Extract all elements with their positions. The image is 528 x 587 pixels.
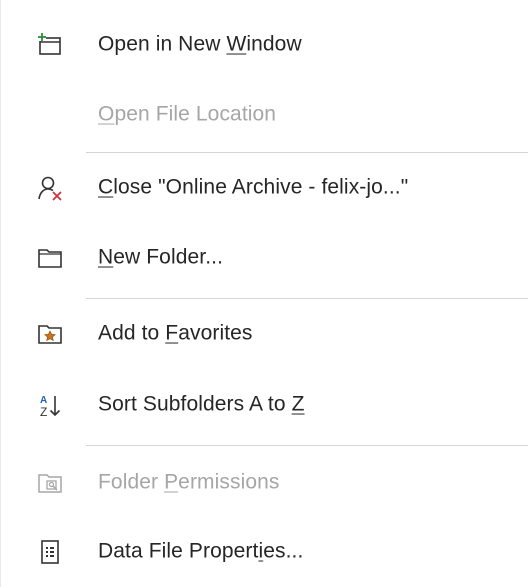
favorite-folder-icon (37, 321, 63, 347)
menu-item-open-file-location[interactable]: Open File Location (1, 85, 528, 145)
menu-separator (86, 152, 528, 153)
menu-item-label: Sort Subfolders A to Z (98, 392, 305, 416)
new-window-icon (37, 32, 63, 58)
menu-item-data-file-properties[interactable]: Data File Properties... (1, 522, 528, 582)
menu-item-folder-permissions[interactable]: Folder Permissions (1, 453, 528, 513)
data-file-properties-icon (37, 539, 63, 565)
close-person-icon (37, 175, 63, 201)
menu-item-close-archive[interactable]: Close "Online Archive - felix-jo..." (1, 158, 528, 218)
menu-item-open-in-new-window[interactable]: Open in New Window (1, 15, 528, 75)
menu-item-new-folder[interactable]: New Folder... (1, 228, 528, 288)
menu-separator (86, 445, 528, 446)
context-menu: Open in New Window Open File Location Cl… (0, 0, 528, 587)
menu-item-label: Data File Properties... (98, 539, 304, 563)
sort-az-icon: A Z (37, 392, 63, 418)
menu-item-add-to-favorites[interactable]: Add to Favorites (1, 304, 528, 364)
folder-permissions-icon (37, 470, 63, 496)
svg-text:Z: Z (40, 405, 47, 418)
menu-separator (86, 298, 528, 299)
menu-item-label: New Folder... (98, 245, 224, 269)
menu-item-label: Open File Location (98, 102, 277, 126)
menu-item-label: Open in New Window (98, 32, 302, 56)
menu-item-label: Close "Online Archive - felix-jo..." (98, 175, 409, 199)
menu-item-label: Add to Favorites (98, 321, 253, 345)
menu-item-label: Folder Permissions (98, 470, 280, 494)
menu-item-sort-subfolders[interactable]: A Z Sort Subfolders A to Z (1, 375, 528, 435)
folder-icon (37, 245, 63, 271)
